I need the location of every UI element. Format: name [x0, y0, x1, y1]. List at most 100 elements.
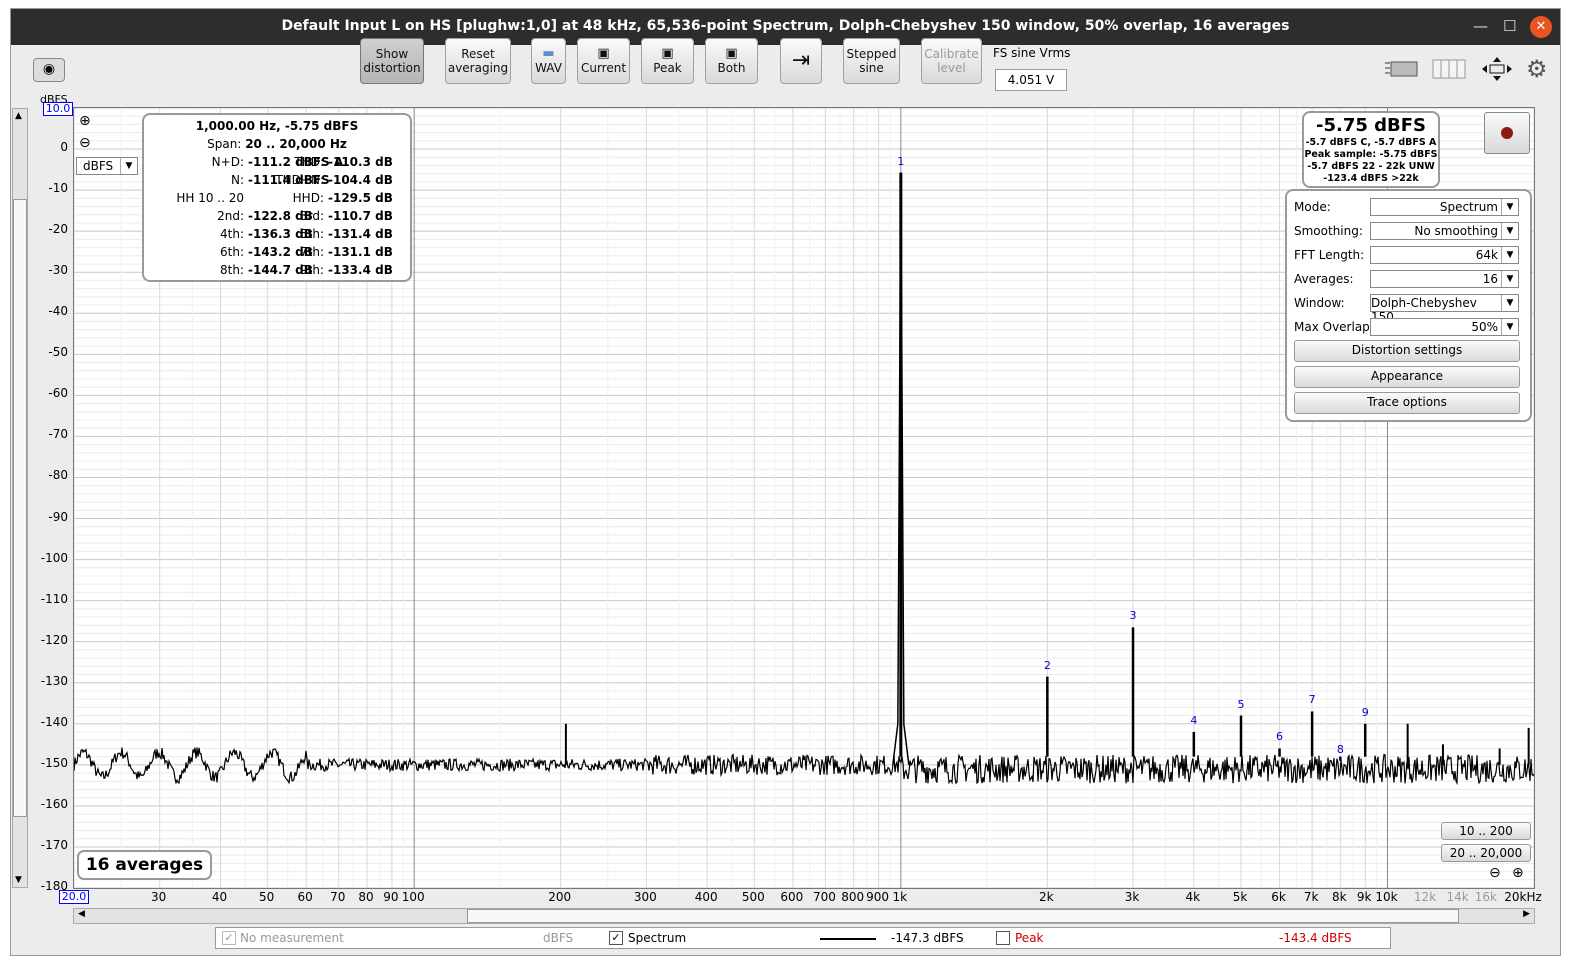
- export-icon[interactable]: ⇥: [780, 38, 822, 84]
- harmonic-label: 2: [1043, 658, 1051, 672]
- scroll-right-icon[interactable]: ▶: [1523, 909, 1530, 919]
- no-measurement-checkbox[interactable]: ✓: [222, 931, 236, 945]
- range-20-20000-button[interactable]: 20 .. 20,000: [1441, 844, 1531, 862]
- harmonic-label: 3: [1129, 609, 1137, 623]
- chevron-down-icon: ▼: [1501, 223, 1518, 239]
- record-button[interactable]: [1484, 112, 1530, 154]
- setting-select[interactable]: 16 ▼: [1370, 270, 1519, 288]
- level-panel: -5.75 dBFS -5.7 dBFS C, -5.7 dBFS A Peak…: [1302, 111, 1440, 188]
- zoom-out-icon[interactable]: ⊖: [79, 135, 91, 151]
- wav-button[interactable]: ▬ WAV: [531, 38, 566, 84]
- calibrate-level-button[interactable]: Calibrate level: [921, 38, 982, 84]
- peak-checkbox[interactable]: [996, 931, 1010, 945]
- x-tick-label: 60: [297, 890, 313, 904]
- scroll-up-icon[interactable]: ▲: [15, 111, 22, 121]
- harmonic-label: 4: [1190, 714, 1198, 727]
- spectrum-line-swatch: [820, 938, 876, 940]
- metric-label: 5th:: [300, 227, 324, 241]
- metric-label: N+D:: [211, 155, 244, 169]
- setting-select[interactable]: No smoothing ▼: [1370, 222, 1519, 240]
- x-tick-label: 2k: [1039, 890, 1054, 904]
- metric-label: HH 10 .. 20: [176, 191, 244, 205]
- horizontal-scrollbar[interactable]: ◀ ▶: [73, 908, 1535, 924]
- metric-value: -110.7 dB: [328, 209, 393, 223]
- metric-value: -133.4 dB: [328, 263, 393, 277]
- minimize-icon[interactable]: —: [1473, 17, 1488, 35]
- chevron-down-icon: ▼: [120, 158, 137, 174]
- maximize-icon[interactable]: ☐: [1503, 17, 1516, 35]
- trace-options-button[interactable]: Trace options: [1294, 392, 1520, 414]
- peak-label: Peak: [1015, 931, 1044, 945]
- x-tick-label: 12k: [1413, 890, 1437, 904]
- metric-label: HHD:: [292, 191, 324, 205]
- save-peak-button[interactable]: ▣ Peak: [641, 38, 694, 84]
- trace-legend-bar: ✓ No measurement dBFS ✓ Spectrum -147.3 …: [215, 927, 1391, 949]
- spectrum-noise-trace: [74, 747, 1534, 786]
- fs-vrms-field[interactable]: 4.051 V: [995, 69, 1067, 91]
- y-tick-label: -20: [48, 222, 68, 237]
- zoom-in-icon[interactable]: ⊕: [79, 113, 91, 129]
- zoom-out-icon[interactable]: ⊖: [1489, 865, 1501, 881]
- y-tick-label: -150: [40, 755, 68, 770]
- x-min-field[interactable]: 20.0: [59, 890, 89, 904]
- metric-label: THD+N:: [275, 173, 324, 187]
- y-tick-label: -90: [48, 509, 68, 524]
- y-tick-label: -120: [40, 632, 68, 647]
- save-both-button[interactable]: ▣ Both: [705, 38, 758, 84]
- horizontal-scroll-thumb[interactable]: [467, 909, 1459, 923]
- y-tick-label: -130: [40, 673, 68, 688]
- x-tick-label: 90: [383, 890, 399, 904]
- reset-averaging-button[interactable]: Reset averaging: [445, 38, 511, 84]
- range-10-200-button[interactable]: 10 .. 200: [1441, 822, 1531, 840]
- level-line: -5.7 dBFS 22 - 22k UNW: [1307, 161, 1435, 172]
- appearance-button[interactable]: Appearance: [1294, 366, 1520, 388]
- x-tick-label: 14k: [1446, 890, 1469, 904]
- x-tick-label: 10k: [1375, 890, 1398, 904]
- chevron-down-icon: ▼: [1501, 319, 1518, 335]
- metric-label: 9th:: [300, 263, 324, 277]
- level-big-readout: -5.75 dBFS: [1315, 115, 1426, 136]
- spectrum-checkbox[interactable]: ✓: [609, 931, 623, 945]
- floppy-icon: ▣: [725, 46, 738, 61]
- harmonic-label: 5: [1237, 697, 1245, 711]
- save-current-button[interactable]: ▣ Current: [577, 38, 630, 84]
- folder-icon: ▬: [542, 46, 555, 61]
- metric-label: 7th:: [300, 245, 324, 259]
- harmonic-label: 9: [1361, 705, 1369, 719]
- metric-value: -129.5 dB: [328, 191, 393, 205]
- x-tick-label: 80: [358, 890, 374, 904]
- show-distortion-button[interactable]: Show distortion: [360, 38, 424, 84]
- averages-badge: 16 averages: [77, 850, 212, 880]
- y-tick-label: -60: [48, 386, 68, 401]
- x-tick-label: 5k: [1232, 890, 1248, 904]
- x-tick-label: 1k: [892, 890, 908, 904]
- close-icon[interactable]: ✕: [1530, 16, 1552, 38]
- metric-label: 2nd:: [217, 209, 244, 223]
- setting-select[interactable]: Spectrum ▼: [1370, 198, 1519, 216]
- setting-select[interactable]: 64k ▼: [1370, 246, 1519, 264]
- y-tick-label: -70: [48, 427, 68, 442]
- y-max-field[interactable]: 10.0: [43, 102, 73, 116]
- x-tick-label: 200: [548, 890, 572, 904]
- setting-select[interactable]: 50% ▼: [1370, 318, 1519, 336]
- columns-icon[interactable]: [1432, 58, 1466, 80]
- x-tick-label: 6k: [1271, 890, 1286, 904]
- setting-select[interactable]: Dolph-Chebyshev 150 ▼: [1370, 294, 1519, 324]
- x-tick-label: 9k: [1356, 890, 1372, 904]
- move-icon[interactable]: [1480, 56, 1514, 82]
- x-tick-label: 20kHz: [1504, 890, 1542, 904]
- x-tick-label: 40: [211, 890, 228, 904]
- layout-icon[interactable]: [1385, 58, 1419, 80]
- level-line: -123.4 dBFS >22k: [1323, 173, 1419, 184]
- distortion-settings-button[interactable]: Distortion settings: [1294, 340, 1520, 362]
- y-tick-label: -110: [40, 591, 68, 606]
- camera-icon[interactable]: ◉: [33, 58, 65, 82]
- scroll-left-icon[interactable]: ◀: [78, 909, 85, 919]
- unit-select[interactable]: dBFS ▼: [76, 157, 138, 175]
- fs-sine-label: FS sine Vrms: [993, 46, 1071, 60]
- zoom-in-icon[interactable]: ⊕: [1512, 865, 1524, 881]
- stepped-sine-button[interactable]: Stepped sine: [843, 38, 900, 84]
- setting-label: Window:: [1294, 296, 1345, 310]
- gear-icon[interactable]: ⚙: [1526, 56, 1552, 82]
- setting-label: Mode:: [1294, 200, 1331, 214]
